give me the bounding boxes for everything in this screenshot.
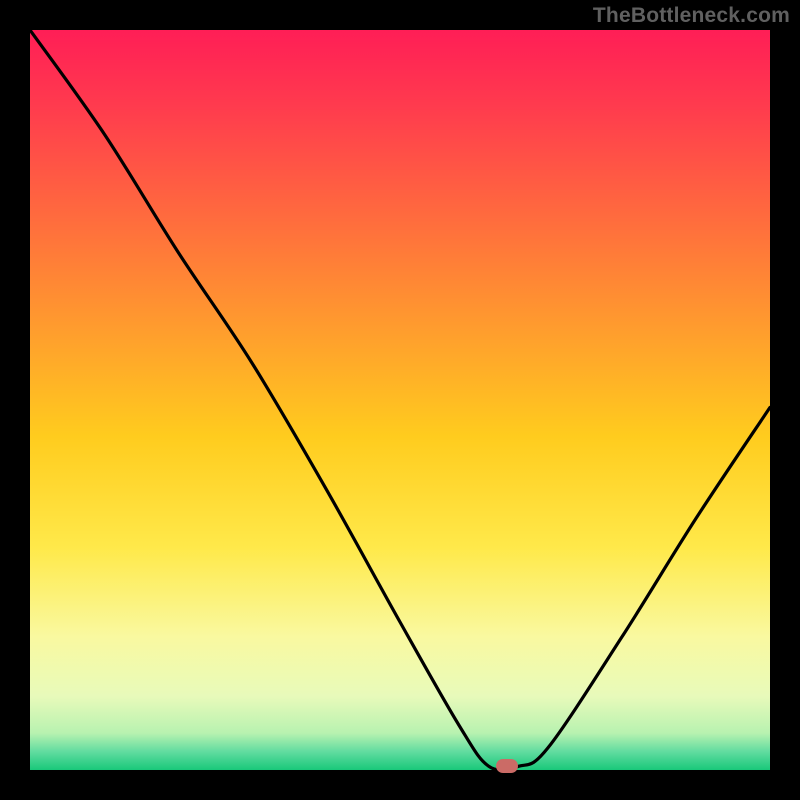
watermark-text: TheBottleneck.com bbox=[593, 4, 790, 28]
plot-area bbox=[30, 30, 770, 770]
bottleneck-curve bbox=[30, 30, 770, 770]
chart-frame: TheBottleneck.com bbox=[0, 0, 800, 800]
optimal-marker bbox=[496, 759, 518, 773]
